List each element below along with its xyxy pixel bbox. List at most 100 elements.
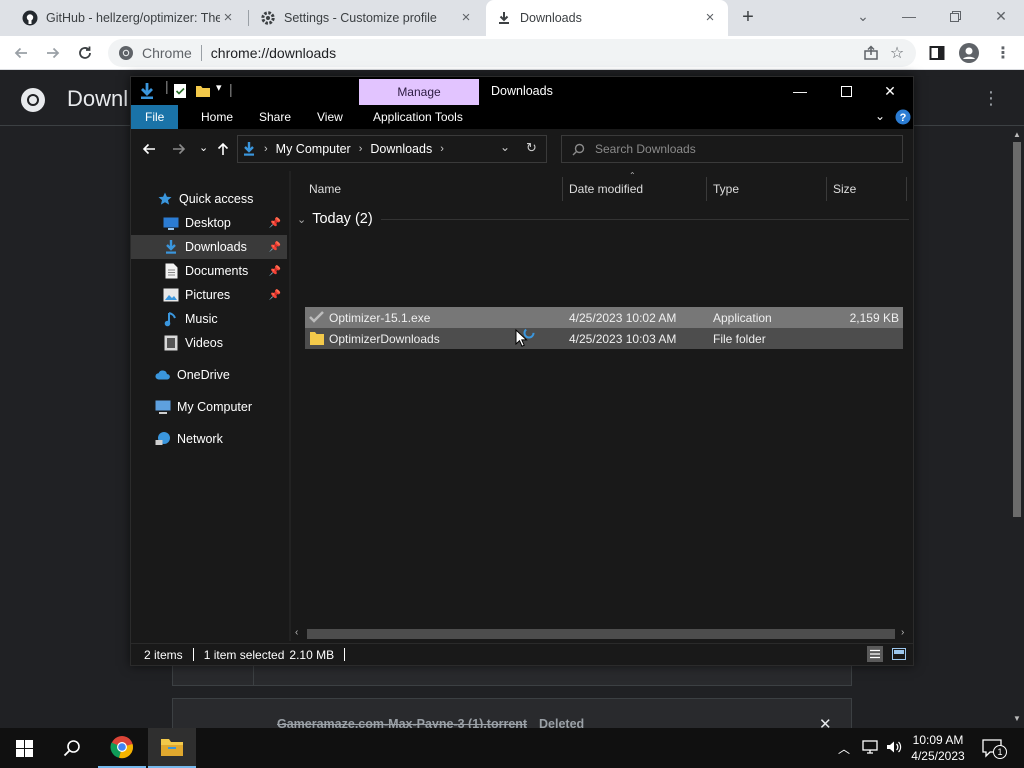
pin-icon: 📌 (268, 217, 281, 229)
nav-my-computer[interactable]: My Computer (131, 395, 287, 419)
page-title: Downl (67, 86, 129, 111)
ribbon-tab-view[interactable]: View (303, 105, 357, 129)
address-bar[interactable]: Chrome chrome://downloads (108, 39, 916, 67)
page-scrollbar[interactable]: ▲ ▼ (1010, 126, 1024, 728)
show-hidden-icons-chevron[interactable]: ︿ (838, 740, 850, 757)
forward-button[interactable] (40, 40, 66, 66)
share-icon[interactable] (858, 40, 884, 66)
scrollbar-thumb[interactable] (1013, 142, 1021, 517)
ribbon-tab-file[interactable]: File (131, 105, 179, 129)
breadcrumb-downloads[interactable]: Downloads (370, 142, 432, 156)
system-clock[interactable]: 10:09 AM 4/25/2023 (906, 732, 970, 764)
start-button[interactable] (0, 728, 48, 768)
nav-pictures[interactable]: Pictures 📌 (131, 283, 287, 307)
taskbar-search-button[interactable] (48, 728, 96, 768)
window-title: Downloads (491, 84, 553, 98)
scrollbar-thumb[interactable] (307, 629, 895, 639)
close-window-button[interactable]: ✕ (978, 0, 1024, 32)
url-text: chrome://downloads (210, 45, 337, 61)
ribbon-tab-share[interactable]: Share (245, 105, 305, 129)
clock-time: 10:09 AM (912, 733, 964, 747)
music-icon (163, 311, 179, 327)
nav-documents[interactable]: Documents 📌 (131, 259, 287, 283)
group-header-today[interactable]: ⌄ Today (2) (297, 207, 909, 231)
tab-search-icon[interactable]: ⌄ (840, 0, 886, 32)
mouse-cursor-icon (514, 327, 536, 349)
explorer-minimize-button[interactable]: — (777, 77, 823, 105)
nav-network[interactable]: Network (131, 427, 287, 451)
restore-button[interactable] (932, 0, 978, 32)
quick-access-toolbar-dropdown[interactable]: ▾ (216, 81, 222, 94)
profile-avatar[interactable] (956, 40, 982, 66)
more-actions-icon[interactable]: ⋮ (982, 88, 1000, 109)
nav-music[interactable]: Music (131, 307, 287, 331)
computer-icon (155, 399, 171, 415)
nav-downloads[interactable]: Downloads 📌 (131, 235, 287, 259)
help-icon[interactable]: ? (895, 109, 911, 125)
bookmark-star-icon[interactable]: ☆ (884, 40, 910, 66)
up-arrow-icon[interactable] (215, 141, 231, 157)
tab-github[interactable]: GitHub - hellzerg/optimizer: The × (12, 0, 246, 36)
explorer-address-bar[interactable]: › My Computer › Downloads › ⌄ ↻ (237, 135, 547, 163)
breadcrumb-my-computer[interactable]: My Computer (276, 142, 351, 156)
side-panel-icon[interactable] (924, 40, 950, 66)
column-header-type[interactable]: Type (707, 177, 827, 201)
reload-button[interactable] (72, 40, 98, 66)
forward-arrow-icon[interactable] (171, 141, 187, 157)
pin-icon: 📌 (268, 265, 281, 277)
taskbar: ︿ 10:09 AM 4/25/2023 1 (0, 728, 1024, 768)
volume-icon[interactable] (886, 739, 902, 755)
tab-settings[interactable]: Settings - Customize profile × (250, 0, 484, 36)
minimize-button[interactable]: — (886, 0, 932, 32)
taskbar-chrome-button[interactable] (98, 728, 146, 768)
column-header-date-modified[interactable]: Date modified (563, 177, 707, 201)
manage-tab[interactable]: Manage (359, 79, 479, 105)
back-button[interactable] (8, 40, 34, 66)
close-icon[interactable]: × (220, 10, 236, 26)
details-view-icon[interactable] (867, 646, 883, 662)
scroll-left-icon[interactable]: ‹ (295, 627, 298, 638)
nav-onedrive[interactable]: OneDrive (131, 363, 287, 387)
chrome-icon (118, 45, 134, 61)
menu-kebab-icon[interactable]: ⋮ (990, 40, 1016, 66)
horizontal-scrollbar[interactable]: ‹ › (291, 627, 913, 641)
network-tray-icon[interactable] (862, 739, 880, 755)
ribbon-tab-home[interactable]: Home (187, 105, 247, 129)
ribbon-tab-application-tools[interactable]: Application Tools (359, 105, 477, 129)
notification-count-badge: 1 (993, 745, 1007, 759)
properties-icon[interactable] (173, 83, 187, 99)
nav-quick-access[interactable]: Quick access (131, 187, 287, 211)
chrome-toolbar: Chrome chrome://downloads ☆ ⋮ (0, 36, 1024, 70)
svg-text:?: ? (900, 112, 907, 124)
file-type: File folder (713, 331, 766, 346)
recent-locations-dropdown[interactable]: ⌄ (199, 141, 208, 154)
selection-count: 1 item selected (203, 647, 285, 662)
expand-ribbon-icon[interactable]: ⌄ (875, 109, 885, 123)
tab-title: Downloads (520, 11, 582, 25)
github-icon (22, 10, 38, 26)
file-row-optimizer-downloads[interactable]: OptimizerDownloads 4/25/2023 10:03 AM Fi… (305, 328, 903, 349)
star-icon (157, 191, 173, 207)
explorer-maximize-button[interactable] (823, 77, 869, 105)
tab-downloads[interactable]: Downloads × (486, 0, 728, 36)
column-header-size[interactable]: Size (827, 177, 907, 201)
scroll-right-icon[interactable]: › (901, 627, 904, 638)
new-tab-button[interactable]: + (736, 6, 760, 30)
column-header-name[interactable]: Name (303, 177, 563, 201)
status-bar: 2 items 1 item selected 2.10 MB (131, 643, 913, 665)
nav-desktop[interactable]: Desktop 📌 (131, 211, 287, 235)
back-arrow-icon[interactable] (141, 141, 157, 157)
document-icon (163, 263, 179, 279)
search-input[interactable]: Search Downloads (561, 135, 903, 163)
close-icon[interactable]: × (458, 10, 474, 26)
file-size: 2,159 KB (849, 310, 899, 325)
new-folder-icon[interactable] (195, 83, 211, 99)
refresh-icon[interactable]: ↻ (526, 140, 537, 156)
taskbar-file-explorer-button[interactable] (148, 728, 196, 768)
nav-videos[interactable]: Videos (131, 331, 287, 355)
file-row-optimizer-exe[interactable]: Optimizer-15.1.exe 4/25/2023 10:02 AM Ap… (305, 307, 903, 328)
large-icons-view-icon[interactable] (891, 646, 907, 662)
close-icon[interactable]: × (702, 10, 718, 26)
address-history-dropdown[interactable]: ⌄ (500, 140, 510, 154)
explorer-close-button[interactable]: ✕ (867, 77, 913, 105)
